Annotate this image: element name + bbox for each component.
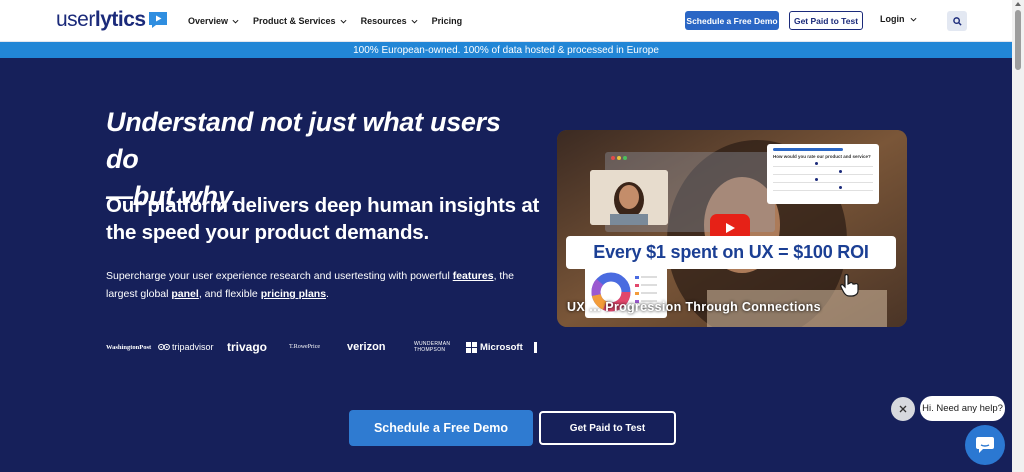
chat-launcher-button[interactable] — [965, 425, 1005, 465]
nav-product-services[interactable]: Product & Services — [253, 16, 347, 26]
survey-overlay: How would you rate our product and servi… — [767, 144, 879, 204]
nav-overview[interactable]: Overview — [188, 16, 239, 26]
hero-description: Supercharge your user experience researc… — [106, 270, 514, 300]
header-schedule-demo-button[interactable]: Schedule a Free Demo — [685, 11, 779, 30]
trivago-logo: trivago — [227, 340, 268, 354]
scrollbar-thumb[interactable] — [1015, 10, 1021, 70]
trowe-price-logo: T.RowePrice — [289, 343, 321, 350]
search-icon — [952, 16, 962, 26]
login-menu[interactable]: Login — [880, 14, 917, 24]
chevron-down-icon — [411, 19, 418, 24]
features-link[interactable]: features — [453, 270, 494, 282]
search-button[interactable] — [947, 11, 967, 31]
chevron-down-icon — [340, 19, 347, 24]
scroll-up-arrow-icon[interactable] — [1015, 2, 1021, 6]
hero-video[interactable]: How would you rate our product and servi… — [557, 130, 907, 327]
partial-logo — [534, 341, 537, 353]
owl-icon — [158, 343, 170, 351]
hero-subheading: Our platform delivers deep human insight… — [106, 194, 540, 244]
close-icon — [899, 405, 907, 413]
userlytics-logo[interactable]: userlytics — [56, 8, 168, 31]
chevron-down-icon — [910, 17, 916, 22]
chat-greeting-bubble[interactable]: Hi. Need any help? — [920, 396, 1005, 421]
chevron-down-icon — [232, 19, 239, 24]
microsoft-grid-icon — [466, 341, 477, 353]
video-roi-banner: Every $1 spent on UX = $100 ROI — [566, 236, 896, 269]
client-logos: WashingtonPost tripadvisor trivago T.Row… — [106, 338, 546, 356]
chat-dismiss-button[interactable] — [891, 397, 915, 421]
nav-pricing[interactable]: Pricing — [432, 16, 463, 26]
microsoft-logo: Microsoft — [466, 341, 534, 353]
header-get-paid-button[interactable]: Get Paid to Test — [789, 11, 863, 30]
tripadvisor-logo: tripadvisor — [158, 342, 227, 352]
main-nav: Overview Product & Services Resources Pr… — [188, 0, 462, 42]
play-bubble-icon — [148, 11, 168, 29]
video-caption: UX … Progression Through Connections — [567, 300, 821, 314]
wunderman-thompson-logo: WUNDERMAN THOMPSON — [414, 341, 451, 353]
get-paid-to-test-button[interactable]: Get Paid to Test — [539, 411, 676, 445]
nav-resources[interactable]: Resources — [361, 16, 418, 26]
webcam-participant — [590, 170, 668, 225]
eu-hosting-banner: 100% European-owned. 100% of data hosted… — [0, 42, 1012, 58]
hand-cursor-icon — [840, 273, 859, 297]
schedule-demo-button[interactable]: Schedule a Free Demo — [349, 410, 533, 446]
site-header: userlytics Overview Product & Services R… — [0, 0, 1012, 42]
panel-link[interactable]: panel — [171, 288, 198, 300]
washington-post-logo: WashingtonPost — [106, 343, 152, 351]
verizon-logo: verizon — [347, 341, 386, 353]
pricing-plans-link[interactable]: pricing plans — [261, 288, 326, 300]
page-scrollbar[interactable] — [1012, 0, 1024, 472]
chat-icon — [976, 437, 994, 453]
